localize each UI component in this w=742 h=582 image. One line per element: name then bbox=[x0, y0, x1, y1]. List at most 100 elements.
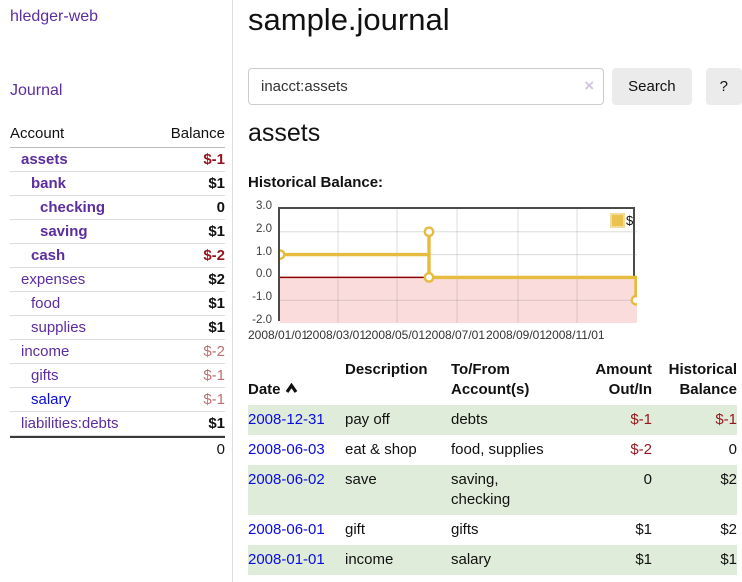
account-balance: $1 bbox=[208, 415, 225, 432]
transaction-date-link[interactable]: 2008-06-01 bbox=[248, 515, 345, 545]
x-axis-tick: 2008/09/01 bbox=[486, 328, 546, 342]
account-balance: $-1 bbox=[203, 151, 225, 168]
chart-heading: Historical Balance: bbox=[248, 174, 383, 191]
transaction-description: save bbox=[345, 465, 451, 515]
register-row: 2008-06-03 eat & shop food, supplies $-2… bbox=[248, 435, 737, 465]
account-balance: $-2 bbox=[203, 247, 225, 264]
account-link[interactable]: gifts bbox=[10, 367, 59, 384]
transaction-description: income bbox=[345, 545, 451, 575]
transaction-amount: $1 bbox=[575, 545, 652, 575]
accounts-table-header: Account Balance bbox=[10, 122, 225, 148]
transaction-accounts: food, supplies bbox=[451, 435, 575, 465]
account-link[interactable]: checking bbox=[10, 199, 105, 216]
transaction-balance: $-1 bbox=[652, 405, 737, 435]
column-header-accounts: To/From Account(s) bbox=[451, 358, 575, 405]
account-row-expenses: expenses $2 bbox=[10, 268, 225, 292]
historical-balance-chart: 3.0 2.0 1.0 0.0 -1.0 -2.0 bbox=[248, 195, 742, 345]
legend-label: $ bbox=[626, 213, 634, 228]
transaction-balance: $1 bbox=[652, 545, 737, 575]
account-link[interactable]: bank bbox=[10, 175, 66, 192]
balance-line-plot: $ bbox=[280, 209, 637, 323]
y-axis-tick: 0.0 bbox=[242, 268, 272, 280]
search-button[interactable]: Search bbox=[612, 68, 692, 105]
accounts-header-account: Account bbox=[10, 125, 64, 142]
transaction-accounts: salary bbox=[451, 545, 575, 575]
account-row-gifts: gifts $-1 bbox=[10, 364, 225, 388]
account-link[interactable]: supplies bbox=[10, 319, 86, 336]
account-balance: $1 bbox=[208, 295, 225, 312]
account-link[interactable]: cash bbox=[10, 247, 65, 264]
account-balance: $-1 bbox=[203, 391, 225, 408]
search-input[interactable] bbox=[248, 68, 604, 105]
x-axis-tick: 2008/11/01 bbox=[545, 328, 604, 342]
y-axis-tick: 2.0 bbox=[242, 223, 272, 235]
x-axis-tick: 2008/03/01 bbox=[306, 328, 366, 342]
account-link[interactable]: assets bbox=[10, 151, 68, 168]
transaction-balance: 0 bbox=[652, 435, 737, 465]
column-header-amount: Amount Out/In bbox=[575, 358, 652, 405]
transaction-date-link[interactable]: 2008-06-03 bbox=[248, 435, 345, 465]
date-header-label: Date bbox=[248, 381, 281, 398]
account-row-supplies: supplies $1 bbox=[10, 316, 225, 340]
transaction-date-link[interactable]: 2008-06-02 bbox=[248, 465, 345, 515]
account-link[interactable]: income bbox=[10, 343, 69, 360]
register-row: 2008-06-02 save saving, checking 0 $2 bbox=[248, 465, 737, 515]
account-page-title: assets bbox=[248, 119, 320, 148]
transaction-amount: $-2 bbox=[575, 435, 652, 465]
transaction-accounts: gifts bbox=[451, 515, 575, 545]
account-balance: 0 bbox=[217, 199, 225, 216]
accounts-header-balance: Balance bbox=[171, 125, 225, 142]
y-axis-tick: 1.0 bbox=[242, 246, 272, 258]
register-table: Date Description To/From Account(s) Amou… bbox=[248, 358, 737, 575]
register-row: 2008-06-01 gift gifts $1 $2 bbox=[248, 515, 737, 545]
sidebar-item-journal[interactable]: Journal bbox=[10, 82, 232, 100]
account-row-salary: salary $-1 bbox=[10, 388, 225, 412]
y-axis-tick: -2.0 bbox=[242, 314, 272, 326]
transaction-balance: $2 bbox=[652, 515, 737, 545]
sort-ascending-icon bbox=[285, 380, 298, 400]
transaction-date-link[interactable]: 2008-12-31 bbox=[248, 405, 345, 435]
account-link[interactable]: food bbox=[10, 295, 60, 312]
legend-swatch bbox=[611, 214, 624, 227]
transaction-date-link[interactable]: 2008-01-01 bbox=[248, 545, 345, 575]
account-balance: $-1 bbox=[203, 367, 225, 384]
account-row-checking: checking 0 bbox=[10, 196, 225, 220]
clear-search-icon[interactable]: × bbox=[584, 76, 594, 96]
sidebar: hledger-web Journal Account Balance asse… bbox=[0, 0, 233, 582]
account-balance: $1 bbox=[208, 175, 225, 192]
search-bar: × Search ? bbox=[248, 68, 742, 105]
transaction-accounts: debts bbox=[451, 405, 575, 435]
help-button[interactable]: ? bbox=[706, 68, 742, 105]
register-row: 2008-12-31 pay off debts $-1 $-1 bbox=[248, 405, 737, 435]
account-balance: $1 bbox=[208, 319, 225, 336]
transaction-description: gift bbox=[345, 515, 451, 545]
account-balance: $2 bbox=[208, 271, 225, 288]
page-title: sample.journal bbox=[248, 2, 450, 38]
plot-area: $ bbox=[278, 207, 635, 321]
search-box: × bbox=[248, 68, 604, 105]
transaction-description: pay off bbox=[345, 405, 451, 435]
column-header-balance: Historical Balance bbox=[652, 358, 737, 405]
column-header-date[interactable]: Date bbox=[248, 358, 345, 405]
account-link[interactable]: salary bbox=[10, 391, 71, 408]
transaction-balance: $2 bbox=[652, 465, 737, 515]
account-row-income: income $-2 bbox=[10, 340, 225, 364]
account-row-food: food $1 bbox=[10, 292, 225, 316]
account-link[interactable]: expenses bbox=[10, 271, 85, 288]
accounts-total-row: 0 bbox=[10, 436, 225, 461]
account-link[interactable]: saving bbox=[10, 223, 88, 240]
transaction-amount: $1 bbox=[575, 515, 652, 545]
y-axis-tick: -1.0 bbox=[242, 291, 272, 303]
accounts-total-value: 0 bbox=[217, 441, 225, 458]
register-header-row: Date Description To/From Account(s) Amou… bbox=[248, 358, 737, 405]
x-axis-tick: 2008/07/01 bbox=[425, 328, 485, 342]
account-row-liabilities-debts: liabilities:debts $1 bbox=[10, 412, 225, 436]
account-row-assets: assets $-1 bbox=[10, 148, 225, 172]
accounts-table: Account Balance assets $-1 bank $1 check… bbox=[10, 122, 225, 461]
x-axis-tick: 2008/01/01 bbox=[248, 328, 308, 342]
column-header-description: Description bbox=[345, 358, 451, 405]
app-brand-link[interactable]: hledger-web bbox=[10, 8, 232, 26]
transaction-amount: 0 bbox=[575, 465, 652, 515]
account-link[interactable]: liabilities:debts bbox=[10, 415, 119, 432]
register-row: 2008-01-01 income salary $1 $1 bbox=[248, 545, 737, 575]
